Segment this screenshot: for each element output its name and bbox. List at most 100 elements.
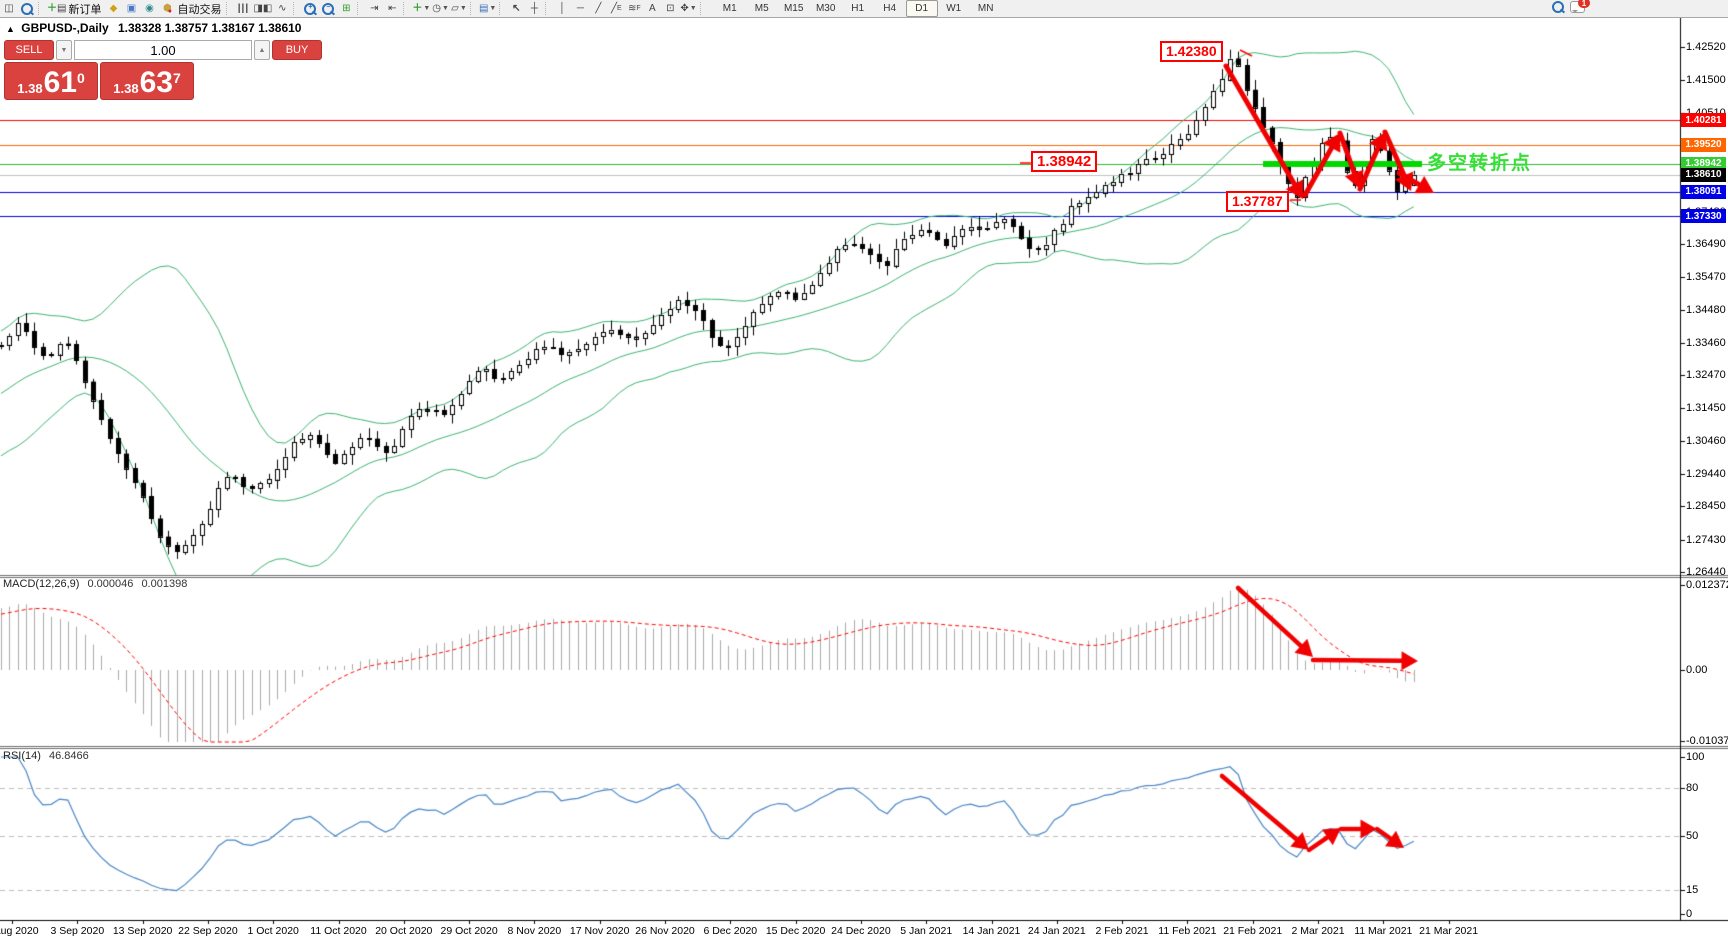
strategy-tester-icon[interactable]: ◉ [140, 1, 158, 16]
buy-button[interactable]: BUY [272, 40, 322, 60]
crosshair-icon[interactable]: ┼ [525, 1, 543, 16]
tile-windows-icon[interactable]: ⊞ [337, 1, 355, 16]
periods-dropdown-icon[interactable]: ◷▼ [431, 1, 450, 16]
sell-price-display[interactable]: 1.38 61 0 [4, 62, 98, 100]
rsi-value: 46.8466 [49, 750, 89, 762]
zoom-out-icon[interactable]: − [319, 1, 337, 16]
text-icon[interactable]: A [643, 1, 661, 16]
timeframe-button-m15[interactable]: M15 [778, 0, 810, 17]
sell-price-small: 1.38 [17, 81, 42, 96]
timeframe-button-m5[interactable]: M5 [746, 0, 778, 17]
volume-increase-button[interactable]: ▲ [254, 40, 270, 60]
price-axis-tick: 1.26440 [1686, 566, 1726, 578]
print-preview-icon[interactable] [18, 1, 36, 16]
timeframe-button-m30[interactable]: M30 [810, 0, 842, 17]
sell-button[interactable]: SELL [4, 40, 54, 60]
date-axis-label: 2 Feb 2021 [1096, 925, 1149, 937]
bar-chart-icon[interactable]: ||| [234, 1, 252, 16]
buy-price-big: 63 [140, 70, 173, 96]
new-order-button[interactable]: 新订单 [67, 1, 104, 17]
date-axis-label: 2 Mar 2021 [1291, 925, 1344, 937]
toolbar-separator [470, 2, 476, 15]
support-price-label[interactable]: 1.38942 [1031, 151, 1097, 172]
cursor-icon[interactable]: ↖ [507, 1, 525, 16]
price-axis-tick: 1.34480 [1686, 304, 1726, 316]
date-axis-label: 5 Aug 2020 [0, 925, 39, 937]
timeframe-button-m1[interactable]: M1 [714, 0, 746, 17]
price-chart-canvas[interactable] [0, 0, 1728, 942]
timeframe-button-d1[interactable]: D1 [906, 0, 938, 17]
price-level-badge: 1.38610 [1681, 168, 1726, 182]
rsi-scale-label: 0 [1686, 908, 1692, 920]
templates-dropdown-icon[interactable]: ▱▼ [450, 1, 468, 16]
date-axis-label: 6 Dec 2020 [703, 925, 757, 937]
toolbar-separator [38, 2, 44, 15]
toolbar-separator [357, 2, 363, 15]
fibonacci-icon[interactable]: ≋F [625, 1, 643, 16]
price-level-badge: 1.39520 [1681, 138, 1726, 152]
date-axis-label: 24 Jan 2021 [1028, 925, 1086, 937]
arrows-dropdown-icon[interactable]: ✥▼ [679, 1, 697, 16]
indicators-dropdown-icon[interactable]: ＋▼ [411, 1, 431, 16]
auto-scroll-icon[interactable]: ⇥ [365, 1, 383, 16]
trendline-icon[interactable]: ╱ [589, 1, 607, 16]
date-axis-label: 20 Oct 2020 [375, 925, 432, 937]
mt4-window: ◫ ＋▤ 新订单 ◆ ▣ ◉ ⬢● 自动交易 ||| ◨◧ ∿ + − ⊞ ⇥ … [0, 0, 1728, 942]
volume-decrease-button[interactable]: ▼ [56, 40, 72, 60]
timeframe-button-h4[interactable]: H4 [874, 0, 906, 17]
autotrading-icon[interactable]: ⬢● [158, 1, 176, 16]
price-level-badge: 1.40281 [1681, 113, 1726, 127]
buy-price-small: 1.38 [113, 81, 138, 96]
vertical-line-icon[interactable]: │ [553, 1, 571, 16]
timeframe-button-mn[interactable]: MN [970, 0, 1002, 17]
zoom-in-icon[interactable]: + [301, 1, 319, 16]
rsi-scale-label: 80 [1686, 782, 1698, 794]
price-axis-tick: 1.35470 [1686, 271, 1726, 283]
horizontal-line-icon[interactable]: ─ [571, 1, 589, 16]
swing-low-price-label[interactable]: 1.37787 [1226, 191, 1289, 212]
date-axis-label: 21 Feb 2021 [1223, 925, 1282, 937]
date-axis-label: 29 Oct 2020 [440, 925, 497, 937]
timeframe-button-h1[interactable]: H1 [842, 0, 874, 17]
chart-shift-icon[interactable]: ⇤ [383, 1, 401, 16]
macd-scale-label: 0.012372 [1686, 579, 1728, 591]
macd-signal-value: 0.001398 [141, 578, 187, 590]
price-level-badge: 1.37330 [1681, 209, 1726, 223]
date-axis-label: 11 Oct 2020 [310, 925, 366, 937]
toolbar-right-icons: 1 [1552, 1, 1585, 13]
price-axis-tick: 1.33460 [1686, 337, 1726, 349]
candlestick-chart-icon[interactable]: ◨◧ [252, 1, 273, 16]
price-level-badge: 1.38091 [1681, 185, 1726, 199]
date-axis-label: 3 Sep 2020 [50, 925, 104, 937]
text-label-icon[interactable]: ⊡ [661, 1, 679, 16]
notifications-icon[interactable]: 1 [1570, 1, 1585, 13]
rsi-label-row: RSI(14) 46.8466 [3, 750, 89, 762]
macd-scale-label: 0.00 [1686, 664, 1707, 676]
price-axis-tick: 1.41500 [1686, 74, 1726, 86]
toolbar-separator [545, 2, 551, 15]
equidistant-channel-icon[interactable]: ╱E [607, 1, 625, 16]
chart-window-icon[interactable]: ◫ [0, 1, 18, 16]
toolbar-separator [700, 2, 706, 15]
buy-price-sup: 7 [173, 63, 181, 93]
volume-input[interactable] [74, 40, 252, 60]
indicator-list-icon[interactable]: ▤▼ [478, 1, 497, 16]
turning-point-note[interactable]: 多空转折点 [1427, 148, 1532, 175]
toolbar-separator [226, 2, 232, 15]
date-axis-label: 21 Mar 2021 [1419, 925, 1478, 937]
macd-label-row: MACD(12,26,9) 0.000046 0.001398 [3, 578, 187, 590]
autotrading-button[interactable]: 自动交易 [176, 1, 224, 17]
metaeditor-icon[interactable]: ◆ [104, 1, 122, 16]
toolbar-separator [499, 2, 505, 15]
search-icon[interactable] [1552, 1, 1564, 13]
line-chart-icon[interactable]: ∿ [273, 1, 291, 16]
price-axis-tick: 1.28450 [1686, 500, 1726, 512]
new-order-icon[interactable]: ＋▤ [46, 1, 67, 16]
timeframe-group: M1M5M15M30H1H4D1W1MN [714, 0, 1002, 17]
buy-price-display[interactable]: 1.38 63 7 [100, 62, 194, 100]
date-axis-label: 24 Dec 2020 [831, 925, 891, 937]
peak-price-label[interactable]: 1.42380 [1160, 41, 1223, 62]
terminal-icon[interactable]: ▣ [122, 1, 140, 16]
price-axis-tick: 1.36490 [1686, 238, 1726, 250]
timeframe-button-w1[interactable]: W1 [938, 0, 970, 17]
